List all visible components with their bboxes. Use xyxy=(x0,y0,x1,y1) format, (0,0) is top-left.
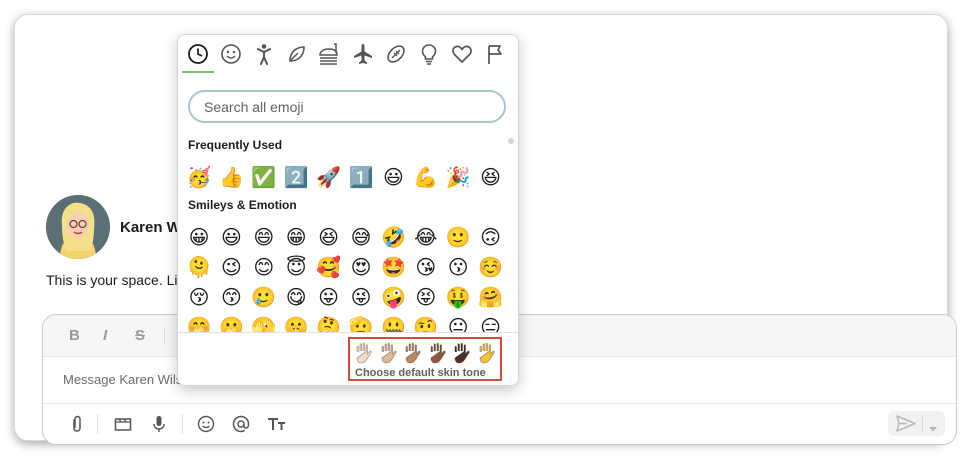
intro-text: This is your space. List xyxy=(46,272,189,288)
send-button-group xyxy=(888,411,945,436)
video-clip-icon[interactable] xyxy=(111,412,135,436)
emoji-button[interactable]: 🙂 xyxy=(445,224,471,250)
raised-hand-icon[interactable] xyxy=(427,342,449,364)
emoji-button[interactable]: 🤣 xyxy=(380,224,406,250)
emoji-button[interactable]: 🎉 xyxy=(445,164,471,190)
emoji-button[interactable]: ✅ xyxy=(251,164,277,190)
toolbar-divider xyxy=(182,414,183,434)
emoji-button[interactable]: 😃 xyxy=(218,224,244,250)
emoji-button[interactable]: 😉 xyxy=(218,254,244,280)
raised-hand-icon[interactable] xyxy=(476,342,498,364)
emoji-picker: Frequently Used 🥳👍✅2️⃣🚀1️⃣😃💪🎉😆 Smileys &… xyxy=(177,34,519,386)
emoji-list: Frequently Used 🥳 👍 ✅ 2️⃣ 🚀 1️⃣ 😃 💪 🎉 😆 Smileys &… xyxy=(178,35,518,332)
emoji-button[interactable]: 😀 xyxy=(186,224,212,250)
emoji-button[interactable]: 🤐 xyxy=(380,314,406,332)
emoji-button[interactable]: 😁 xyxy=(283,224,309,250)
emoji-button[interactable]: 😐 xyxy=(445,314,471,332)
emoji-button[interactable]: 🤨 xyxy=(413,314,439,332)
emoji-button[interactable]: 🤩 xyxy=(380,254,406,280)
emoji-button[interactable]: 🤫 xyxy=(283,314,309,332)
emoji-button[interactable]: 😍 xyxy=(348,254,374,280)
raised-hand-icon[interactable] xyxy=(378,342,400,364)
emoji-button[interactable]: 🤭 xyxy=(186,314,212,332)
emoji-button[interactable]: 🫢 xyxy=(218,314,244,332)
emoji-button[interactable]: 🫡 xyxy=(348,314,374,332)
emoji-button[interactable]: 🤗 xyxy=(478,284,504,310)
emoji-button[interactable]: 🤔 xyxy=(316,314,342,332)
emoji-button[interactable]: 🙃 xyxy=(478,224,504,250)
emoji-button[interactable]: 😅 xyxy=(348,224,374,250)
emoji-button[interactable]: 😆 xyxy=(478,164,504,190)
emoji-button[interactable]: 🤑 xyxy=(445,284,471,310)
emoji-button[interactable]: 😂 xyxy=(413,224,439,250)
emoji-button[interactable]: 😃 xyxy=(380,164,406,190)
text-format-icon[interactable] xyxy=(265,412,289,436)
emoji-button[interactable]: 🚀 xyxy=(316,164,342,190)
emoji-button[interactable]: 😊 xyxy=(251,254,277,280)
skin-tone-footer: Choose default skin tone xyxy=(178,332,518,385)
emoji-button[interactable]: 🫣 xyxy=(251,314,277,332)
italic-button[interactable]: I xyxy=(103,327,107,344)
format-divider xyxy=(164,327,165,345)
raised-hand-icon[interactable] xyxy=(451,342,473,364)
chevron-down-icon[interactable] xyxy=(928,420,938,438)
emoji-button[interactable]: 😚 xyxy=(186,284,212,310)
strikethrough-button[interactable]: S xyxy=(135,327,145,344)
emoji-button[interactable]: 👍 xyxy=(218,164,244,190)
emoji-button[interactable]: 🥰 xyxy=(316,254,342,280)
emoji-button[interactable]: 😇 xyxy=(283,254,309,280)
skin-tone-label: Choose default skin tone xyxy=(355,367,486,379)
raised-hand-icon[interactable] xyxy=(402,342,424,364)
skin-tone-selector: Choose default skin tone xyxy=(348,337,502,381)
emoji-button[interactable]: 😄 xyxy=(251,224,277,250)
scrollbar[interactable] xyxy=(508,138,514,144)
attach-icon[interactable] xyxy=(65,412,89,436)
emoji-button[interactable]: 😘 xyxy=(413,254,439,280)
emoji-icon[interactable] xyxy=(194,412,218,436)
avatar[interactable] xyxy=(46,195,110,259)
emoji-button[interactable]: 😜 xyxy=(348,284,374,310)
emoji-button[interactable]: 😋 xyxy=(283,284,309,310)
emoji-button[interactable]: 😗 xyxy=(445,254,471,280)
emoji-button[interactable]: 🤪 xyxy=(380,284,406,310)
emoji-button[interactable]: 🫠 xyxy=(186,254,212,280)
emoji-button[interactable]: 😑 xyxy=(478,314,504,332)
composer-toolbar xyxy=(43,403,956,444)
emoji-button[interactable]: 😛 xyxy=(316,284,342,310)
emoji-button[interactable]: 😝 xyxy=(413,284,439,310)
emoji-button[interactable]: 🥳 xyxy=(186,164,212,190)
microphone-icon[interactable] xyxy=(147,412,171,436)
emoji-button[interactable]: 😙 xyxy=(218,284,244,310)
raised-hand-icon[interactable] xyxy=(353,342,375,364)
emoji-button[interactable]: 💪 xyxy=(413,164,439,190)
send-divider xyxy=(922,415,923,432)
emoji-button[interactable]: 🥲 xyxy=(251,284,277,310)
send-icon[interactable] xyxy=(896,415,916,437)
frequently-used-heading: Frequently Used xyxy=(188,138,283,152)
toolbar-divider xyxy=(97,414,98,434)
emoji-button[interactable]: 2️⃣ xyxy=(283,164,309,190)
bold-button[interactable]: B xyxy=(69,327,80,344)
mention-icon[interactable] xyxy=(229,412,253,436)
smileys-heading: Smileys & Emotion xyxy=(188,198,297,212)
emoji-button[interactable]: 😆 xyxy=(316,224,342,250)
emoji-button[interactable]: 1️⃣ xyxy=(348,164,374,190)
emoji-button[interactable]: ☺️ xyxy=(478,254,504,280)
